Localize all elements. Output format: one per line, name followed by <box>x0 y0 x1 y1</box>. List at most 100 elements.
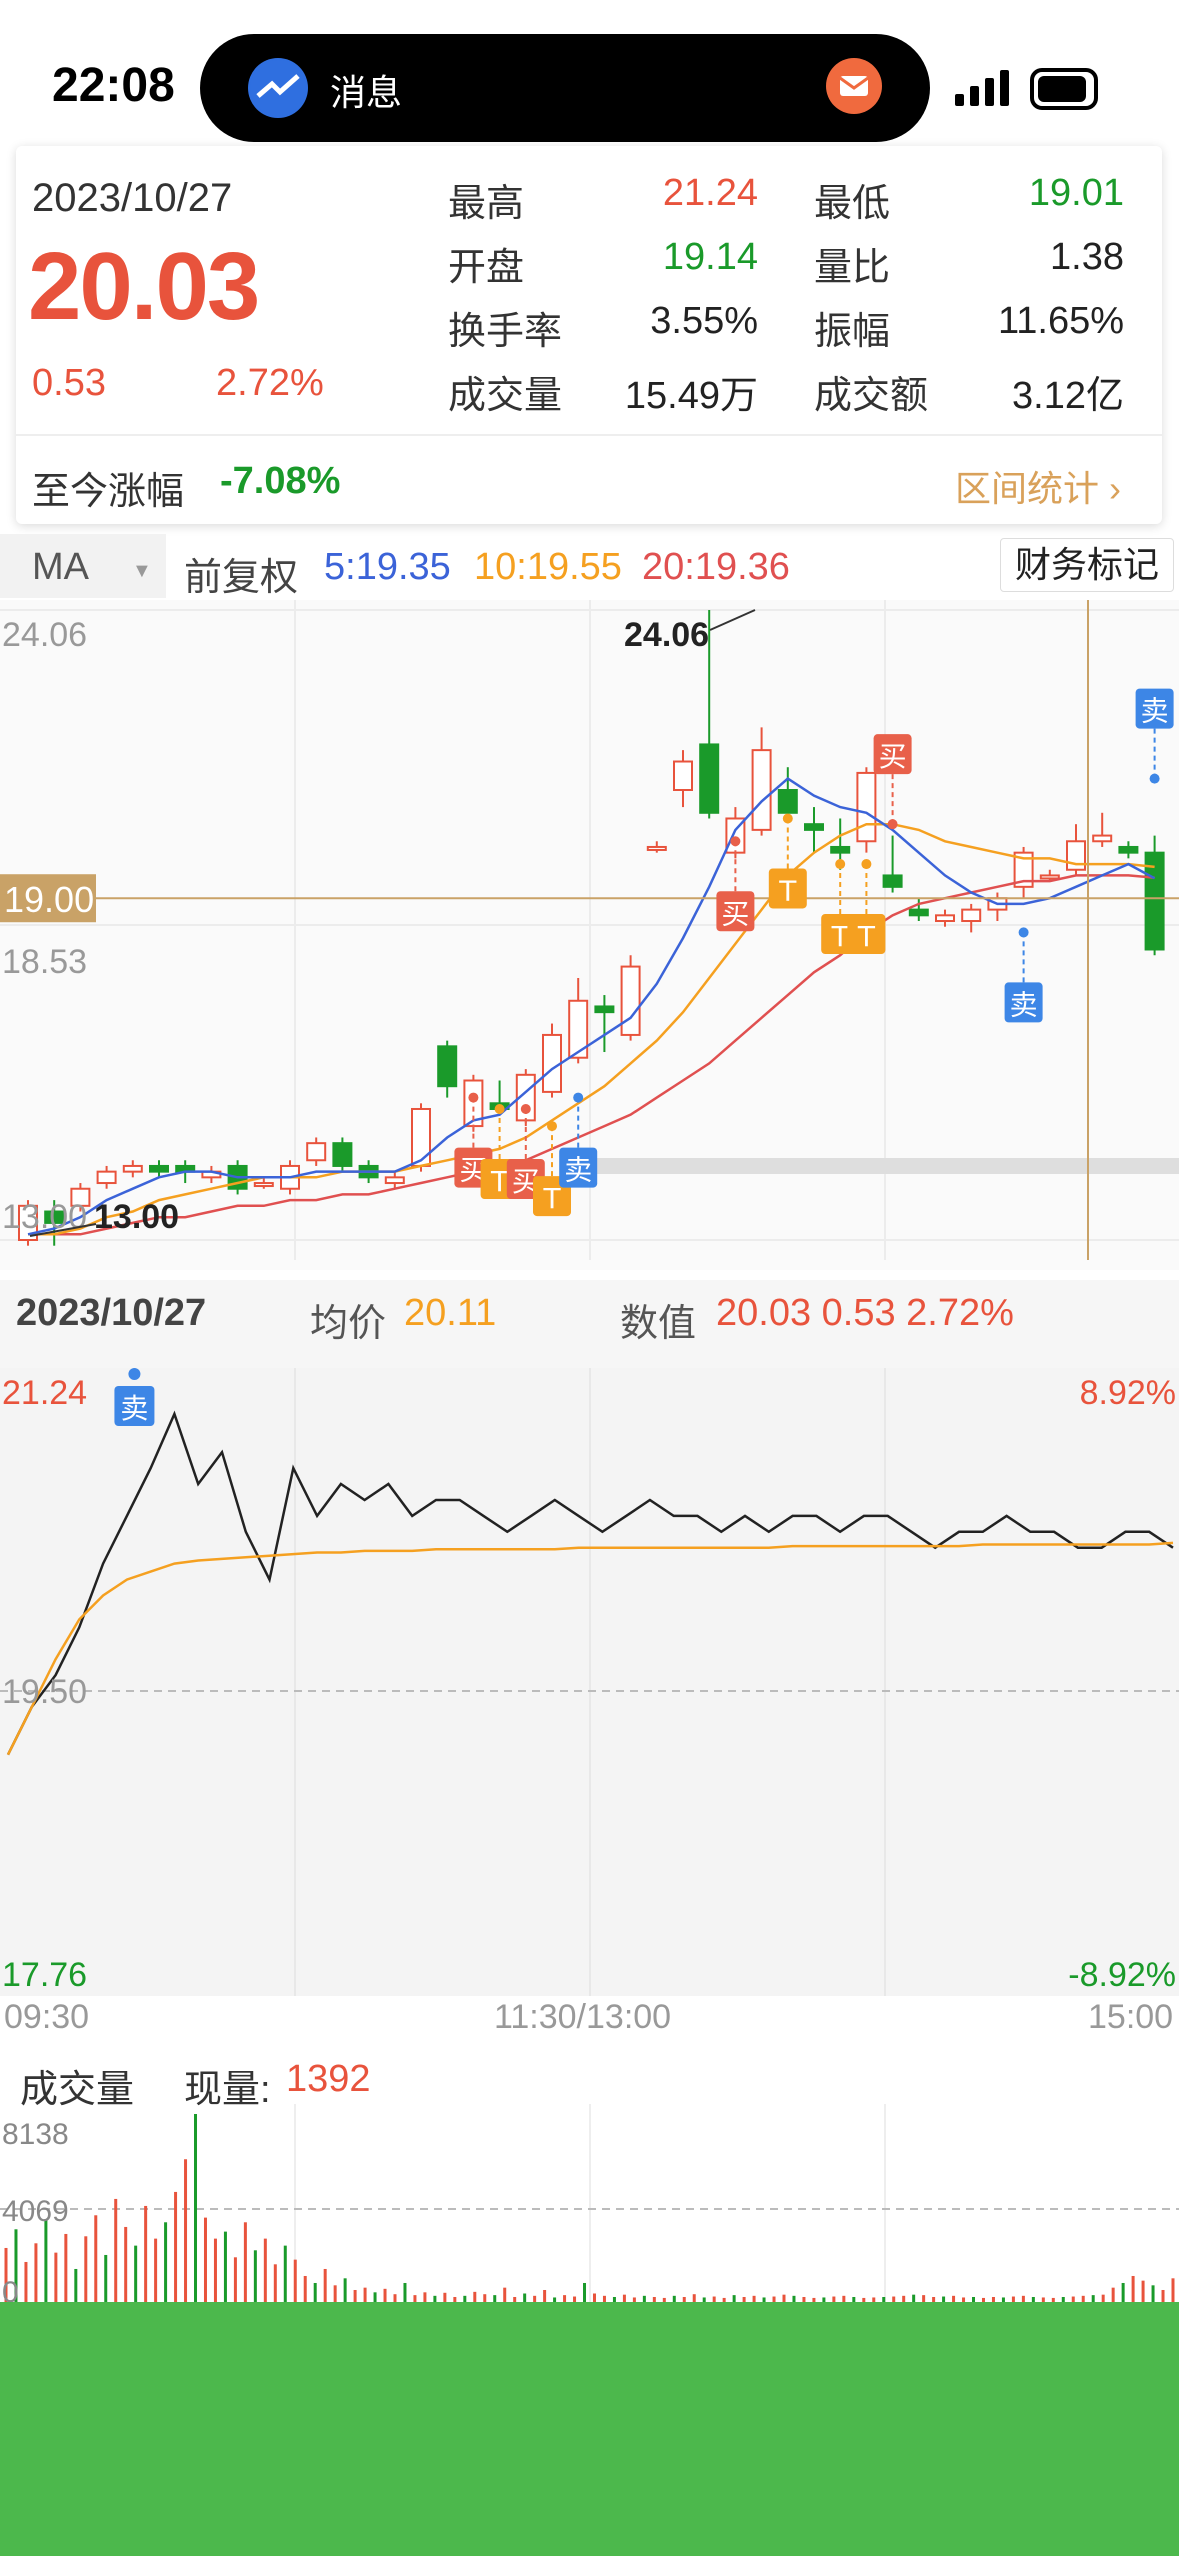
candle <box>804 823 824 831</box>
volume-bar <box>1171 2278 1175 2304</box>
kline-chart[interactable]: 19.0024.0618.5313.0024.0613.00买 T 买T卖买TT T买… <box>0 600 1179 1270</box>
candle <box>332 1142 353 1167</box>
quote-change-pct: 2.72% <box>216 362 324 404</box>
y-tick-label: 8138 <box>2 2118 69 2151</box>
volume-bar <box>164 2222 168 2304</box>
value-label: 数值 <box>620 1303 697 1345</box>
volume-bar <box>54 2252 58 2304</box>
quote-date: 2023/10/27 <box>32 176 233 220</box>
quote-change: 0.53 <box>32 362 106 404</box>
max-label: 24.06 <box>624 616 709 654</box>
volume-bar <box>1121 2282 1125 2304</box>
intraday-chart[interactable]: 卖 21.24 19.50 17.76 8.92% -8.92% <box>0 1368 1179 1996</box>
candle <box>673 760 693 791</box>
island-label: 消息 <box>330 72 403 113</box>
high-label: 最高 <box>448 183 525 225</box>
marker-dot <box>468 1092 479 1103</box>
marker-dot <box>835 859 846 870</box>
dropdown-arrow-icon: ▼ <box>132 560 152 582</box>
dynamic-island[interactable] <box>200 34 930 142</box>
amount-value: 3.12亿 <box>1012 375 1124 417</box>
candle <box>620 965 641 1036</box>
amplitude-value: 11.65% <box>997 300 1124 342</box>
marker-dot <box>782 813 793 824</box>
candle <box>961 908 982 923</box>
candle <box>437 1045 458 1088</box>
marker-label: T <box>542 1182 561 1215</box>
kline-band <box>560 1158 1179 1174</box>
candle <box>699 743 720 814</box>
card-divider <box>16 434 1162 436</box>
candle <box>830 845 851 854</box>
candle <box>1118 845 1139 854</box>
volume-bar <box>64 2233 68 2304</box>
volume-bar <box>94 2215 98 2304</box>
high-value: 21.24 <box>662 172 758 214</box>
time-label-open: 09:30 <box>4 1998 90 2036</box>
marker-label: T <box>857 920 876 953</box>
marker-dot <box>547 1121 557 1132</box>
candle <box>882 874 903 888</box>
y-tick-label: 13.00 <box>2 1198 87 1236</box>
ma20-value: 20:19.36 <box>642 546 790 588</box>
amount-label: 成交额 <box>814 375 929 417</box>
volume-bar <box>223 2231 227 2304</box>
volume-bar <box>293 2259 297 2304</box>
marker-label: 卖 <box>120 1392 148 1425</box>
y-tick-label: 19.50 <box>2 1673 87 1711</box>
marker-dot <box>128 1368 141 1380</box>
min-label: 13.00 <box>94 1198 179 1236</box>
indicator-select-label: MA <box>32 546 89 588</box>
sina-logo-icon <box>248 58 308 118</box>
volume-chart: 8138 4069 0 <box>0 2104 1179 2304</box>
volume-bar <box>213 2238 217 2304</box>
volume-ratio-label: 量比 <box>814 247 891 289</box>
y-tick-label: 24.06 <box>2 616 87 654</box>
volume-bar <box>243 2222 247 2304</box>
candle <box>96 1170 117 1185</box>
marker-label: 买 <box>721 897 749 930</box>
marker-label: 买 <box>879 740 907 773</box>
volume-bar <box>154 2238 158 2304</box>
low-label: 最低 <box>814 183 891 225</box>
marker-label: 卖 <box>1141 695 1169 728</box>
volume-bar <box>403 2282 407 2304</box>
quote-price: 20.03 <box>28 233 260 340</box>
volume-ratio-value: 1.38 <box>1050 236 1124 278</box>
volume-bar <box>1141 2280 1145 2304</box>
marker-dot <box>494 1103 505 1114</box>
volume-bar <box>124 2226 128 2304</box>
volume-bar <box>253 2250 257 2304</box>
volume-bar <box>184 2159 188 2304</box>
marker-dot <box>861 859 872 870</box>
y-tick-label: 21.24 <box>2 1374 87 1412</box>
open-value: 19.14 <box>662 236 758 278</box>
amplitude-label: 振幅 <box>814 311 891 353</box>
open-label: 开盘 <box>448 247 525 289</box>
adjust-mode[interactable]: 前复权 <box>184 546 298 601</box>
ma5-value: 5:19.35 <box>324 546 451 588</box>
finance-mark-button[interactable]: 财务标记 <box>1000 538 1174 592</box>
volume-bar <box>303 2275 307 2304</box>
bottom-panel <box>0 2302 1179 2556</box>
candle <box>384 1176 405 1185</box>
volume-bar <box>283 2245 287 2304</box>
volume-bar <box>343 2278 347 2304</box>
candle <box>149 1164 169 1173</box>
marker-label: T <box>778 874 797 907</box>
current-volume-value: 1392 <box>286 2058 371 2100</box>
volume-bar <box>203 2217 207 2304</box>
candle <box>253 1182 274 1188</box>
interval-stats-link[interactable]: 区间统计 › <box>955 460 1121 512</box>
candle <box>646 845 667 851</box>
intraday-date: 2023/10/27 <box>16 1292 207 1334</box>
avg-price-value: 20.11 <box>404 1292 497 1334</box>
volume-bar <box>24 2261 28 2304</box>
signal-icon <box>955 70 1011 111</box>
volume-bar <box>44 2219 48 2304</box>
mail-icon <box>826 58 882 114</box>
marker-label: 卖 <box>564 1154 592 1187</box>
candle <box>751 749 772 831</box>
marker-dot <box>573 1092 584 1103</box>
turnover-value: 3.55% <box>650 300 758 342</box>
